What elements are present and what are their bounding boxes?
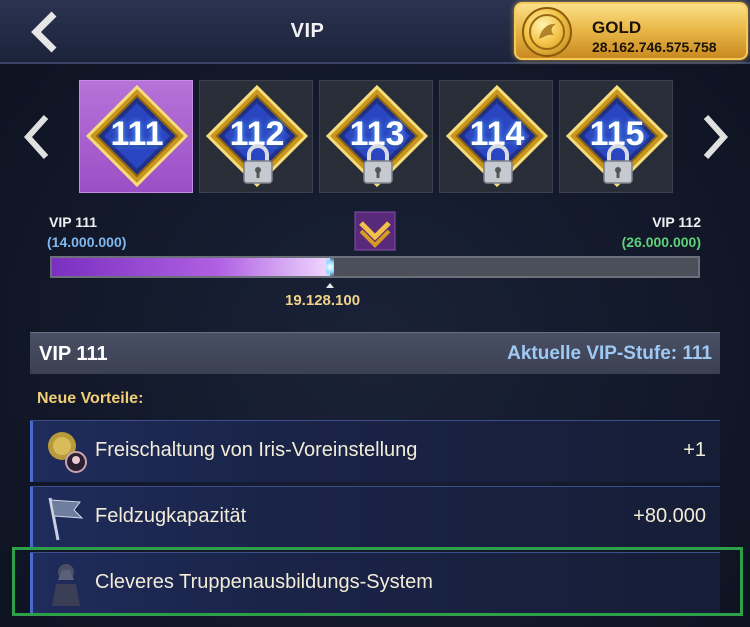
- carousel-next-button[interactable]: [700, 113, 730, 161]
- vip-level-card[interactable]: 112: [199, 80, 313, 193]
- benefits-heading: Neue Vorteile:: [37, 390, 144, 407]
- vip-section-header: VIP 111 Aktuelle VIP-Stufe: 111: [30, 332, 720, 374]
- current-vip-points: 19.128.100: [285, 292, 361, 309]
- lock-icon: [363, 144, 393, 184]
- row-accent: [30, 553, 33, 614]
- chevron-left-icon: [23, 114, 49, 160]
- vip-chest-icon: [352, 209, 398, 253]
- next-vip-threshold: (26.000.000): [621, 234, 701, 250]
- row-accent: [30, 487, 33, 548]
- benefit-row[interactable]: Feldzugkapazität +80.000: [30, 486, 720, 548]
- section-vip-title: VIP 111: [39, 343, 108, 365]
- vip-progress-fill: [52, 258, 330, 276]
- progress-pointer-icon: [326, 283, 334, 288]
- vip-level-card[interactable]: 115: [559, 80, 673, 193]
- benefit-row[interactable]: Freischaltung von Iris-Voreinstellung +1: [30, 420, 720, 482]
- benefit-value: +80.000: [633, 505, 706, 527]
- row-accent: [30, 421, 33, 482]
- gold-value: 28.162.746.575.758: [592, 39, 717, 55]
- top-bar: VIP GOLD 28.162.746.575.758: [0, 0, 750, 64]
- benefit-value: +1: [683, 439, 706, 461]
- vip-level-card[interactable]: 111: [79, 80, 193, 193]
- lock-icon: [243, 144, 273, 184]
- campaign-flag-icon: [36, 492, 94, 544]
- lock-icon: [603, 144, 633, 184]
- vip-level-card[interactable]: 113: [319, 80, 433, 193]
- gold-coin-icon: [522, 7, 572, 57]
- current-vip-status: Aktuelle VIP-Stufe: 111: [507, 343, 712, 364]
- gold-balance[interactable]: GOLD 28.162.746.575.758: [514, 2, 748, 60]
- vip-progress-marker: [326, 254, 334, 280]
- current-vip-threshold: (14.000.000): [47, 234, 127, 250]
- next-vip-level: VIP 112: [652, 214, 701, 230]
- benefit-row[interactable]: Cleveres Truppenausbildungs-System: [30, 552, 720, 614]
- gold-label: GOLD: [592, 18, 642, 37]
- vip-level-number: 111: [110, 115, 164, 153]
- vip-screen: VIP GOLD 28.162.746.575.758 111 112 113 114…: [0, 0, 750, 627]
- vip-level-card[interactable]: 114: [439, 80, 553, 193]
- vip-progress-bar: [50, 254, 700, 280]
- troop-training-icon: [36, 558, 94, 610]
- current-vip-level: VIP 111: [49, 214, 98, 230]
- benefit-label: Feldzugkapazität: [95, 505, 247, 527]
- chevron-right-icon: [703, 114, 729, 160]
- lock-icon: [483, 144, 513, 184]
- benefit-label: Freischaltung von Iris-Voreinstellung: [95, 439, 418, 461]
- iris-preset-icon: [36, 426, 94, 478]
- benefit-label: Cleveres Truppenausbildungs-System: [95, 571, 433, 593]
- carousel-prev-button[interactable]: [22, 113, 52, 161]
